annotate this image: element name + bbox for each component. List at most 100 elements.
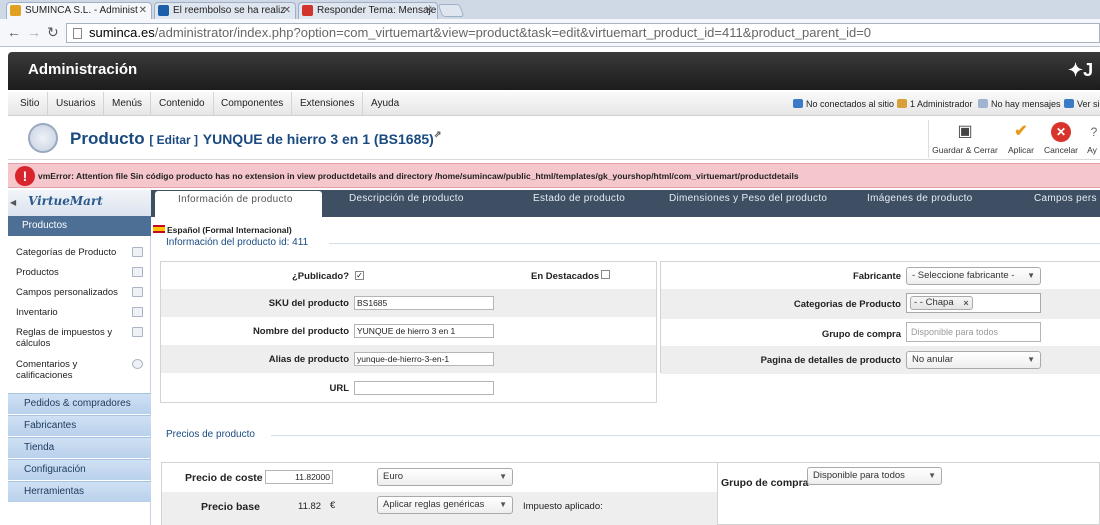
categories-multiselect[interactable]: - - Chapa × <box>906 293 1041 313</box>
row-categories: Categorias de Producto - - Chapa × <box>661 289 1100 319</box>
sidebar-item-comentarios[interactable]: Comentarios y calificaciones <box>8 359 143 381</box>
shopper-group-label: Grupo de compra <box>821 329 901 340</box>
featured-checkbox[interactable] <box>601 270 610 279</box>
published-checkbox[interactable]: ✓ <box>355 271 364 280</box>
browser-tab-forum[interactable]: Responder Tema: Mensaje ✕ <box>298 2 438 19</box>
status-admins-label: 1 Administrador <box>910 99 973 109</box>
page-title: Producto [ Editar ] YUNQUE de hierro 3 e… <box>70 129 441 149</box>
status-view-site[interactable]: Ver si <box>1064 92 1100 116</box>
menu-item-ayuda[interactable]: Ayuda <box>363 92 407 116</box>
price-rules-value: Aplicar reglas genéricas <box>383 499 485 510</box>
sidebar-group-tienda[interactable]: Tienda <box>8 437 151 458</box>
name-input[interactable]: YUNQUE de hierro 3 en 1 <box>354 324 494 338</box>
row-published: ¿Publicado? ✓ En Destacados <box>161 262 656 290</box>
status-visitors[interactable]: No conectados al sitio <box>793 92 894 116</box>
featured-label: En Destacados <box>531 271 600 282</box>
base-price-value[interactable]: 11.82 <box>298 501 321 512</box>
save-close-label: Guardar & Cerrar <box>932 145 998 155</box>
close-icon[interactable]: ✕ <box>139 3 147 18</box>
sidebar-group-configuracion[interactable]: Configuración <box>8 459 151 480</box>
price-group-label: Grupo de compra <box>721 477 809 489</box>
save-close-button[interactable]: ▣ Guardar & Cerrar <box>932 122 998 155</box>
status-view-site-label: Ver si <box>1077 99 1100 109</box>
product-basic-panel: ¿Publicado? ✓ En Destacados SKU del prod… <box>160 261 657 403</box>
sidebar-item-label: Campos personalizados <box>16 287 118 298</box>
chevron-down-icon: ▼ <box>928 471 936 480</box>
comment-icon <box>132 359 143 369</box>
url-host: suminca.es <box>89 25 155 40</box>
page-toolbar: Producto [ Editar ] YUNQUE de hierro 3 e… <box>8 118 1100 160</box>
chevron-down-icon: ▼ <box>499 472 507 481</box>
cost-price-input[interactable]: 11.82000 <box>265 470 333 484</box>
browser-tab-paypal[interactable]: El reembolso se ha realiz ✕ <box>154 2 296 19</box>
sku-input[interactable]: BS1685 <box>354 296 494 310</box>
admin-menu-bar: Sitio Usuarios Menús Contenido Component… <box>8 92 1100 116</box>
tab-dimensiones[interactable]: Dimensiones y Peso del producto <box>669 190 827 217</box>
sidebar-item-label: Categorías de Producto <box>16 247 117 258</box>
virtuemart-logo-icon <box>28 123 58 153</box>
browser-toolbar: ← → ↻ suminca.es/administrator/index.php… <box>0 19 1100 47</box>
browser-tab-label: SUMINCA S.L. - Administ <box>25 5 138 16</box>
sidebar-group-herramientas[interactable]: Herramientas <box>8 481 151 502</box>
row-shopper-group: Grupo de compra Disponible para todos <box>661 319 1100 347</box>
menu-item-componentes[interactable]: Componentes <box>213 92 293 116</box>
url-input[interactable] <box>354 381 494 395</box>
external-link-icon[interactable]: ⇗ <box>434 129 442 139</box>
tab-informacion[interactable]: Información de producto <box>155 191 322 217</box>
browser-tab-strip: SUMINCA S.L. - Administ ✕ El reembolso s… <box>0 0 1100 19</box>
status-admins[interactable]: 1 Administrador <box>897 92 973 116</box>
remove-icon[interactable]: × <box>963 297 968 309</box>
sidebar-item-categorias[interactable]: Categorías de Producto <box>8 247 151 258</box>
price-group-select[interactable]: Disponible para todos ▼ <box>807 467 942 485</box>
back-arrow-icon[interactable]: ← <box>7 24 21 40</box>
manufacturer-label: Fabricante <box>852 271 901 282</box>
menu-item-extensiones[interactable]: Extensiones <box>292 92 364 116</box>
tab-imagenes[interactable]: Imágenes de producto <box>867 190 973 217</box>
currency-select[interactable]: Euro ▼ <box>377 468 513 486</box>
row-name: Nombre del producto YUNQUE de hierro 3 e… <box>161 317 656 345</box>
sidebar-item-productos[interactable]: Productos <box>8 267 151 278</box>
cancel-x-icon: ✕ <box>1051 122 1071 142</box>
tab-campos[interactable]: Campos pers <box>1034 190 1097 217</box>
collapse-arrow-icon[interactable]: ◀ <box>10 198 16 207</box>
page-details-value: No anular <box>912 354 954 365</box>
reload-icon[interactable]: ↻ <box>47 24 59 41</box>
new-tab-button[interactable] <box>437 4 465 17</box>
tab-estado[interactable]: Estado de producto <box>533 190 625 217</box>
category-chip: - - Chapa × <box>910 296 973 310</box>
chevron-down-icon: ▼ <box>1027 271 1035 280</box>
help-button[interactable]: ? Ay <box>1084 122 1100 155</box>
sidebar-item-inventario[interactable]: Inventario <box>8 307 151 318</box>
menu-item-usuarios[interactable]: Usuarios <box>48 92 105 116</box>
page-details-select[interactable]: No anular ▼ <box>906 351 1041 369</box>
apply-button[interactable]: ✔ Aplicar <box>1002 122 1040 155</box>
alias-input[interactable]: yunque-de-hierro-3-en-1 <box>354 352 494 366</box>
shopper-group-input[interactable]: Disponible para todos <box>906 322 1041 342</box>
manufacturer-select[interactable]: - Seleccione fabricante - ▼ <box>906 267 1041 285</box>
menu-item-menus[interactable]: Menús <box>104 92 152 116</box>
sidebar-group-pedidos[interactable]: Pedidos & compradores <box>8 393 151 414</box>
box-icon <box>132 267 143 277</box>
sidebar-item-campos[interactable]: Campos personalizados <box>8 287 151 298</box>
browser-tab-admin[interactable]: SUMINCA S.L. - Administ ✕ <box>6 2 152 19</box>
forward-arrow-icon[interactable]: → <box>27 24 41 40</box>
cancel-button[interactable]: ✕ Cancelar <box>1042 122 1080 155</box>
menu-item-sitio[interactable]: Sitio <box>12 92 49 116</box>
manufacturer-value: - Seleccione fabricante - <box>912 270 1015 281</box>
sidebar-section-productos[interactable]: Productos <box>8 216 151 236</box>
menu-item-contenido[interactable]: Contenido <box>151 92 214 116</box>
row-manufacturer: Fabricante - Seleccione fabricante - ▼ <box>661 262 1100 290</box>
monitor-icon <box>1064 99 1074 108</box>
row-base-price: Precio base 11.82 € Aplicar reglas genér… <box>162 492 717 525</box>
url-bar[interactable]: suminca.es/administrator/index.php?optio… <box>66 23 1100 43</box>
tab-descripcion[interactable]: Descripción de producto <box>349 190 464 217</box>
close-icon[interactable]: ✕ <box>283 3 291 18</box>
legend-divider <box>329 243 1100 244</box>
status-messages[interactable]: No hay mensajes <box>978 92 1061 116</box>
sidebar-group-fabricantes[interactable]: Fabricantes <box>8 415 151 436</box>
sidebar-item-reglas[interactable]: Reglas de impuestos y cálculos <box>8 327 143 349</box>
url-path: /administrator/index.php?option=com_virt… <box>154 25 872 40</box>
price-rules-select[interactable]: Aplicar reglas genéricas ▼ <box>377 496 513 514</box>
product-tabs: Información de producto Descripción de p… <box>151 190 1100 217</box>
close-icon[interactable]: ✕ <box>425 3 433 18</box>
